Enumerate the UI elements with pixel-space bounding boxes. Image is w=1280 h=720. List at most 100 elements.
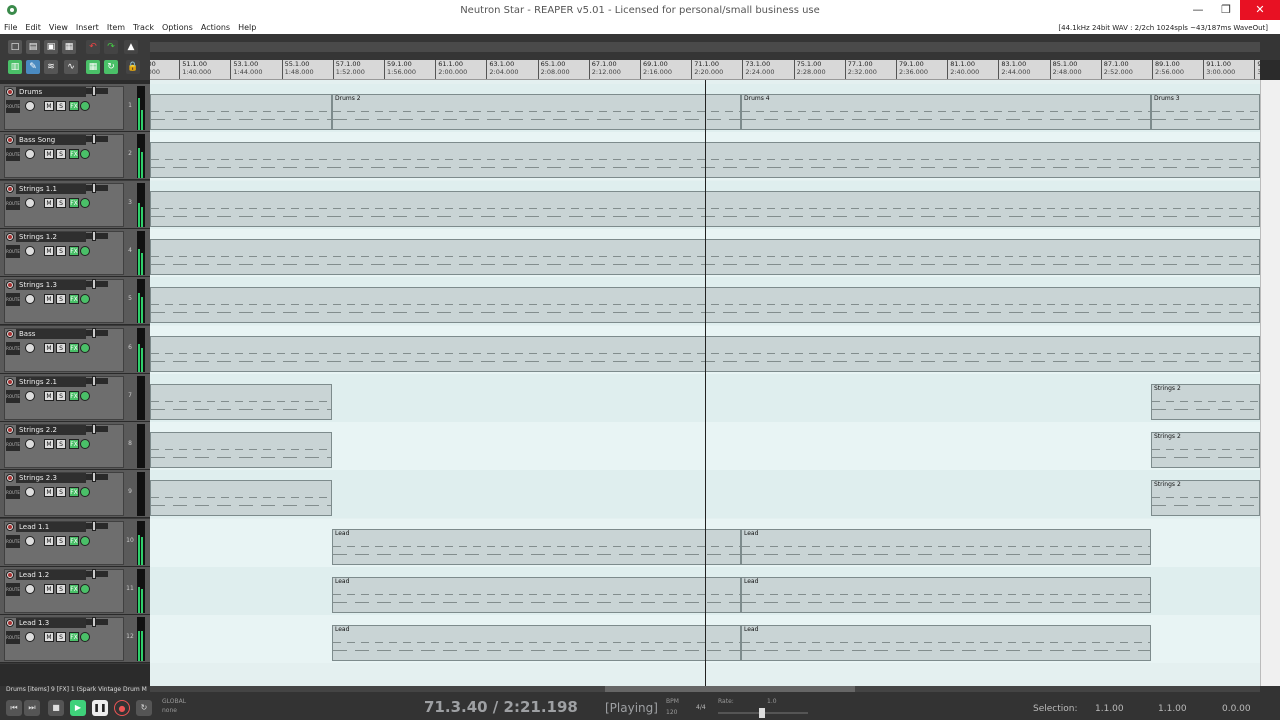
media-item[interactable]: Strings 2 <box>1151 383 1260 420</box>
go-to-start-icon[interactable]: ⏮ <box>6 700 22 716</box>
volume-fader[interactable] <box>86 136 108 143</box>
menu-actions[interactable]: Actions <box>197 22 234 34</box>
track-header[interactable]: Lead 1.3 ROUTE M S FX 12 <box>0 615 150 664</box>
vertical-scrollbar[interactable] <box>1260 80 1280 686</box>
record-arm-icon[interactable] <box>6 522 14 531</box>
fx-button[interactable]: FX <box>69 342 79 353</box>
restore-button[interactable]: ❐ <box>1212 0 1240 20</box>
track-name[interactable]: Drums <box>16 87 86 97</box>
region-lane[interactable] <box>150 42 1260 52</box>
undo-icon[interactable]: ↶ <box>86 40 100 54</box>
track-name[interactable]: Strings 1.1 <box>16 183 86 194</box>
selection-end[interactable]: 1.1.00 <box>1158 704 1187 714</box>
track-name[interactable]: Strings 2.1 <box>16 376 86 387</box>
media-item[interactable]: Lead <box>332 528 741 565</box>
route-button[interactable]: ROUTE <box>6 196 20 210</box>
volume-fader-thumb[interactable] <box>92 424 96 435</box>
track-header[interactable]: Strings 2.1 ROUTE M S FX 7 <box>0 373 150 422</box>
track-header[interactable]: Drums ROUTE M S FX 1 <box>0 84 150 132</box>
record-arm-icon[interactable] <box>6 88 14 96</box>
pan-knob[interactable] <box>25 197 35 208</box>
media-item[interactable]: Lead <box>741 528 1151 565</box>
volume-fader-thumb[interactable] <box>92 182 96 193</box>
solo-button[interactable]: S <box>56 101 66 111</box>
fx-power-icon[interactable] <box>80 535 90 546</box>
route-button[interactable]: ROUTE <box>6 438 20 452</box>
ripple-edit-icon[interactable]: ≋ <box>44 60 58 74</box>
time-display[interactable]: 71.3.40 / 2:21.198 <box>424 698 578 716</box>
pan-knob[interactable] <box>25 342 35 353</box>
media-item[interactable]: Drums 2 <box>332 94 741 130</box>
route-button[interactable]: ROUTE <box>6 631 20 645</box>
menu-insert[interactable]: Insert <box>72 22 103 34</box>
mute-button[interactable]: M <box>44 294 54 305</box>
lock-icon[interactable]: 🔒 <box>126 60 140 74</box>
route-button[interactable]: ROUTE <box>6 293 20 307</box>
volume-fader[interactable] <box>86 377 108 384</box>
volume-fader[interactable] <box>86 281 108 288</box>
volume-fader-thumb[interactable] <box>92 327 96 338</box>
fx-button[interactable]: FX <box>69 390 79 401</box>
track-header[interactable]: Strings 1.3 ROUTE M S FX 5 <box>0 277 150 326</box>
menu-edit[interactable]: Edit <box>21 22 45 34</box>
solo-button[interactable]: S <box>56 294 66 305</box>
route-button[interactable]: ROUTE <box>6 341 20 355</box>
record-arm-icon[interactable] <box>6 329 14 338</box>
menu-item[interactable]: Item <box>103 22 129 34</box>
menu-help[interactable]: Help <box>234 22 260 34</box>
track-name[interactable]: Lead 1.2 <box>16 570 86 580</box>
arrange-view[interactable]: Drums 2 Drums 4 Drums 3 Strings 2 Strings 2 S… <box>150 80 1260 686</box>
route-button[interactable]: ROUTE <box>6 389 20 403</box>
media-item[interactable]: Strings 2 <box>1151 432 1260 469</box>
mute-button[interactable]: M <box>44 101 54 111</box>
volume-fader[interactable] <box>86 184 108 191</box>
route-button[interactable]: ROUTE <box>6 486 20 500</box>
media-item[interactable] <box>150 480 332 517</box>
mute-button[interactable]: M <box>44 487 54 498</box>
metronome-icon[interactable]: ▲ <box>124 40 138 54</box>
project-settings-icon[interactable]: ▦ <box>62 40 76 54</box>
mute-button[interactable]: M <box>44 245 54 256</box>
fx-power-icon[interactable] <box>80 197 90 208</box>
repeat-icon[interactable]: ↻ <box>136 700 152 716</box>
media-item[interactable] <box>150 383 332 420</box>
track-name[interactable]: Strings 2.2 <box>16 425 86 436</box>
volume-fader-thumb[interactable] <box>92 375 96 386</box>
menu-file[interactable]: File <box>0 22 21 34</box>
grid-icon[interactable]: ▥ <box>8 60 22 74</box>
fx-button[interactable]: FX <box>69 294 79 305</box>
loop-icon[interactable]: ↻ <box>104 60 118 74</box>
item-grouping-icon[interactable]: ▦ <box>86 60 100 74</box>
pan-knob[interactable] <box>25 245 35 256</box>
mute-button[interactable]: M <box>44 390 54 401</box>
pan-knob[interactable] <box>25 535 35 546</box>
record-icon[interactable]: ● <box>114 700 130 716</box>
media-item[interactable]: Lead <box>741 577 1151 613</box>
pan-knob[interactable] <box>25 584 35 594</box>
fx-button[interactable]: FX <box>69 197 79 208</box>
volume-fader-thumb[interactable] <box>92 569 96 579</box>
solo-button[interactable]: S <box>56 149 66 160</box>
solo-button[interactable]: S <box>56 197 66 208</box>
media-item[interactable]: Lead <box>332 577 741 613</box>
selection-start[interactable]: 1.1.00 <box>1095 704 1124 714</box>
fx-button[interactable]: FX <box>69 535 79 546</box>
minimize-button[interactable]: — <box>1184 0 1212 20</box>
mute-button[interactable]: M <box>44 342 54 353</box>
horizontal-scrollbar[interactable] <box>150 686 1260 692</box>
track-header[interactable]: Strings 1.1 ROUTE M S FX 3 <box>0 180 150 229</box>
track-name[interactable]: Bass Song <box>16 135 86 146</box>
rate-slider-thumb[interactable] <box>759 708 765 718</box>
volume-fader[interactable] <box>86 619 108 626</box>
stop-icon[interactable]: ■ <box>48 700 64 716</box>
media-item[interactable]: Drums 4 <box>741 94 1151 130</box>
mute-button[interactable]: M <box>44 535 54 546</box>
new-project-icon[interactable]: □ <box>8 40 22 54</box>
pan-knob[interactable] <box>25 101 35 111</box>
solo-button[interactable]: S <box>56 390 66 401</box>
close-button[interactable]: ✕ <box>1240 0 1280 20</box>
pause-icon[interactable]: ❚❚ <box>92 700 108 716</box>
track-header[interactable]: Strings 1.2 ROUTE M S FX 4 <box>0 228 150 277</box>
volume-fader[interactable] <box>86 426 108 433</box>
track-header[interactable]: Strings 2.2 ROUTE M S FX 8 <box>0 422 150 471</box>
